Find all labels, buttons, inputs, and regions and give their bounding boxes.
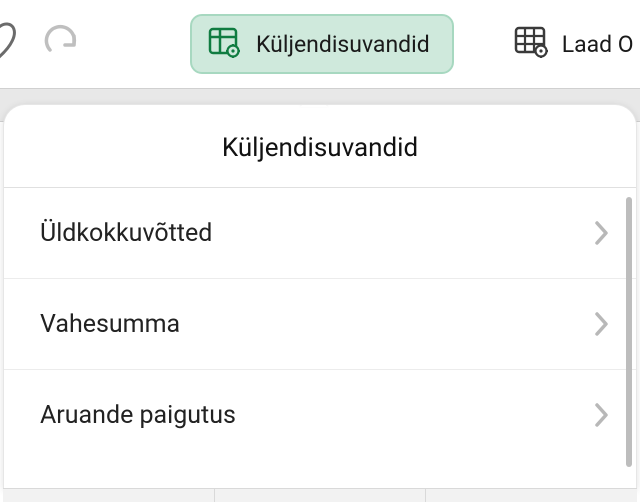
layout-options-button[interactable]: Küljendisuvandid xyxy=(190,14,454,74)
panel-menu: Üldkokkuvõtted Vahesumma Aruande paigutu… xyxy=(4,188,636,460)
table-style-icon xyxy=(514,25,550,63)
menu-item-subtotal[interactable]: Vahesumma xyxy=(4,279,636,369)
menu-item-label: Vahesumma xyxy=(40,310,180,339)
menu-item-label: Üldkokkuvõtted xyxy=(40,219,212,248)
grid-cell xyxy=(3,489,215,502)
chevron-right-icon xyxy=(594,311,610,337)
scrollbar[interactable] xyxy=(626,197,632,467)
toolbar: Küljendisuvandid Laad O xyxy=(0,0,640,88)
toolbar-left-group xyxy=(0,14,94,74)
style-button[interactable]: Laad O xyxy=(514,25,634,63)
panel-arrow xyxy=(300,104,328,107)
redo-button[interactable] xyxy=(30,14,94,74)
grid-cell xyxy=(215,489,427,502)
grid-row-peek xyxy=(3,488,637,502)
menu-item-report-layout[interactable]: Aruande paigutus xyxy=(4,370,636,460)
style-label: Laad O xyxy=(562,31,634,58)
layout-options-panel: Küljendisuvandid Üldkokkuvõtted Vahesumm… xyxy=(3,104,637,488)
chevron-right-icon xyxy=(594,220,610,246)
favorite-icon xyxy=(0,19,26,69)
layout-options-label: Küljendisuvandid xyxy=(256,31,430,58)
menu-item-grand-totals[interactable]: Üldkokkuvõtted xyxy=(4,188,636,278)
chevron-right-icon xyxy=(594,402,610,428)
layout-options-icon xyxy=(208,26,242,62)
dropdown-panel-wrap: Küljendisuvandid Üldkokkuvõtted Vahesumm… xyxy=(3,104,637,502)
panel-title: Küljendisuvandid xyxy=(4,105,636,187)
grid-cell xyxy=(426,489,637,502)
menu-item-label: Aruande paigutus xyxy=(40,401,236,430)
